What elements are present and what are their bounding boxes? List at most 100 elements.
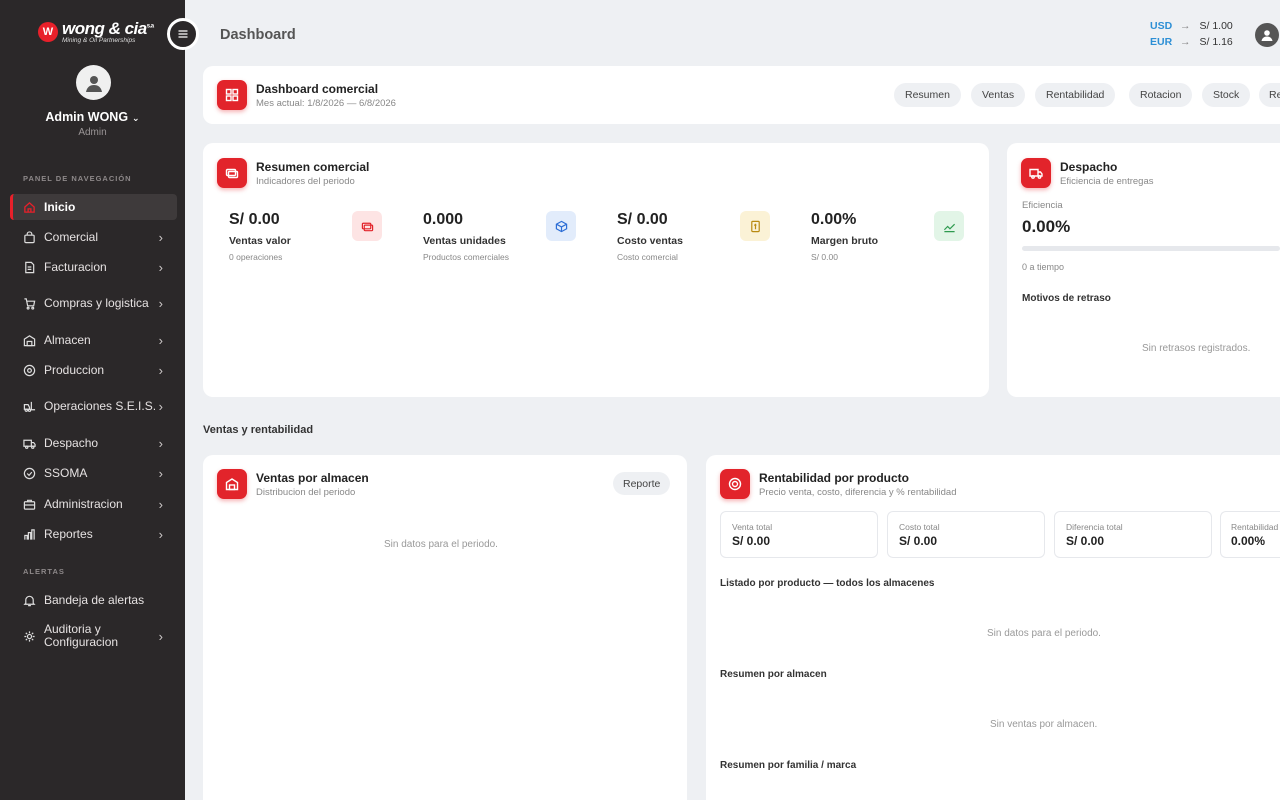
stat-diferencia-total: Diferencia total S/ 0.00 bbox=[1054, 511, 1212, 558]
despacho-subtitle: Eficiencia de entregas bbox=[1060, 175, 1154, 187]
tab-rentabilidad[interactable]: Rentabilidad bbox=[1035, 83, 1116, 107]
briefcase-icon bbox=[22, 497, 36, 511]
chevron-right-icon: › bbox=[158, 332, 163, 348]
report-button[interactable]: Reporte bbox=[613, 472, 671, 495]
chevron-right-icon: › bbox=[158, 526, 163, 542]
chevron-right-icon: › bbox=[158, 628, 163, 644]
sidebar-toggle-button[interactable] bbox=[167, 18, 199, 50]
list-empty: Sin datos para el periodo. bbox=[987, 628, 1101, 639]
sidebar-item-administracion[interactable]: Administracion › bbox=[10, 491, 177, 517]
ventas-almacen-card: Ventas por almacen Distribucion del peri… bbox=[203, 455, 687, 800]
sidebar-item-comercial[interactable]: Comercial › bbox=[10, 224, 177, 250]
box-icon bbox=[546, 211, 576, 241]
delays-title: Motivos de retraso bbox=[1022, 293, 1111, 304]
tab-resumen[interactable]: Resumen bbox=[894, 83, 961, 107]
bar-chart-icon bbox=[22, 527, 36, 541]
chevron-right-icon: › bbox=[158, 295, 163, 311]
user-name: Admin WONG bbox=[45, 110, 129, 124]
stat-costo-total: Costo total S/ 0.00 bbox=[887, 511, 1045, 558]
kpi-label: Ventas unidades bbox=[423, 235, 506, 247]
section-title: Ventas y rentabilidad bbox=[203, 424, 314, 436]
resumen-comercial-card: Resumen comercial Indicadores del period… bbox=[203, 143, 989, 397]
brand-logo[interactable]: W wong & cias.a Mining & Oil Partnership… bbox=[38, 20, 154, 45]
kpi-ventas-unidades: 0.000 Ventas unidades Productos comercia… bbox=[411, 205, 581, 267]
sidebar: W wong & cias.a Mining & Oil Partnership… bbox=[0, 0, 185, 800]
user-role: Admin bbox=[78, 127, 107, 138]
stat-value: S/ 0.00 bbox=[899, 534, 938, 548]
ventas-almacen-empty: Sin datos para el periodo. bbox=[384, 539, 498, 550]
tab-rotacion[interactable]: Rotacion bbox=[1129, 83, 1193, 107]
kpi-label: Ventas valor bbox=[229, 235, 291, 247]
sidebar-item-reportes[interactable]: Reportes › bbox=[10, 521, 177, 547]
efficiency-label: Eficiencia bbox=[1022, 200, 1063, 211]
sidebar-item-produccion[interactable]: Produccion › bbox=[10, 357, 177, 383]
sidebar-item-almacen[interactable]: Almacen › bbox=[10, 327, 177, 353]
user-icon bbox=[85, 75, 102, 92]
sidebar-item-label: Comercial bbox=[44, 229, 99, 244]
kpi-sub: Productos comerciales bbox=[423, 252, 509, 262]
tab-reportes[interactable]: Re bbox=[1259, 83, 1280, 107]
home-icon bbox=[22, 200, 36, 214]
sidebar-item-despacho[interactable]: Despacho › bbox=[10, 430, 177, 456]
sidebar-item-compras[interactable]: Compras y logistica › bbox=[10, 289, 177, 317]
fx-rate-usd: USD → S/ 1.00 bbox=[1150, 20, 1233, 32]
delays-empty: Sin retrasos registrados. bbox=[1142, 343, 1251, 354]
kpi-value: S/ 0.00 bbox=[229, 211, 280, 228]
almacen-summary-empty: Sin ventas por almacen. bbox=[990, 719, 1098, 730]
almacen-summary-title: Resumen por almacen bbox=[720, 669, 827, 680]
chevron-right-icon: › bbox=[158, 229, 163, 245]
ventas-almacen-title: Ventas por almacen bbox=[256, 470, 369, 485]
tab-stock[interactable]: Stock bbox=[1202, 83, 1251, 107]
rentabilidad-subtitle: Precio venta, costo, diferencia y % rent… bbox=[759, 486, 957, 498]
fx-value: S/ 1.00 bbox=[1199, 20, 1233, 32]
sidebar-item-inicio[interactable]: Inicio bbox=[10, 194, 177, 220]
chevron-right-icon: › bbox=[158, 362, 163, 378]
kpi-value: 0.000 bbox=[423, 211, 464, 228]
target-icon bbox=[720, 469, 750, 499]
money-icon bbox=[352, 211, 382, 241]
stat-value: 0.00% bbox=[1231, 534, 1266, 548]
receipt-icon bbox=[740, 211, 770, 241]
fx-currency: USD bbox=[1150, 20, 1173, 32]
fx-value: S/ 1.16 bbox=[1199, 36, 1233, 48]
sidebar-item-auditoria[interactable]: Auditoria y Configuracion › bbox=[10, 622, 177, 650]
cart-icon bbox=[22, 296, 36, 310]
dashboard-header-card: Dashboard comercial Mes actual: 1/8/2026… bbox=[203, 66, 1280, 124]
sidebar-item-bandeja-alertas[interactable]: Bandeja de alertas bbox=[10, 587, 177, 613]
tab-ventas[interactable]: Ventas bbox=[971, 83, 1026, 107]
arrow-right-icon: → bbox=[1180, 36, 1191, 48]
arrow-right-icon: → bbox=[1180, 20, 1191, 32]
sidebar-item-label: Compras y logistica bbox=[44, 295, 149, 310]
dashboard-period: Mes actual: 1/8/2026 — 6/8/2026 bbox=[256, 97, 396, 109]
efficiency-bar bbox=[1022, 246, 1280, 251]
sidebar-item-operaciones[interactable]: Operaciones S.E.I.S. › bbox=[10, 392, 177, 420]
sidebar-item-label: Reportes bbox=[44, 526, 93, 541]
warehouse-icon bbox=[22, 333, 36, 347]
kpi-costo-ventas: S/ 0.00 Costo ventas Costo comercial bbox=[605, 205, 775, 267]
alerts-section-label: ALERTAS bbox=[23, 567, 65, 576]
kpi-label: Costo ventas bbox=[617, 235, 683, 247]
user-avatar[interactable] bbox=[76, 65, 111, 100]
brand-name: wong & cia bbox=[62, 19, 147, 38]
sidebar-item-label: Despacho bbox=[44, 435, 99, 450]
rentabilidad-title: Rentabilidad por producto bbox=[759, 470, 909, 485]
page-title: Dashboard bbox=[220, 27, 296, 43]
on-time-count: 0 a tiempo bbox=[1022, 262, 1065, 272]
sidebar-item-label: Auditoria y Configuracion bbox=[44, 622, 119, 649]
user-menu[interactable]: Admin WONG ⌄ bbox=[0, 110, 185, 124]
fx-currency: EUR bbox=[1150, 36, 1173, 48]
nav-section-label: PANEL DE NAVEGACIÓN bbox=[23, 174, 132, 183]
chevron-right-icon: › bbox=[158, 398, 163, 414]
sidebar-item-label: SSOMA bbox=[44, 465, 88, 480]
brand-suffix: s.a bbox=[146, 23, 154, 30]
kpi-sub: 0 operaciones bbox=[229, 252, 283, 262]
stat-venta-total: Venta total S/ 0.00 bbox=[720, 511, 878, 558]
sidebar-item-label: Operaciones S.E.I.S. bbox=[44, 398, 157, 413]
dashboard-icon bbox=[217, 80, 247, 110]
header-avatar[interactable] bbox=[1255, 23, 1279, 47]
sidebar-item-facturacion[interactable]: Facturacion › bbox=[10, 254, 177, 280]
money-icon bbox=[217, 158, 247, 188]
sidebar-item-label: Produccion bbox=[44, 362, 105, 377]
kpi-ventas-valor: S/ 0.00 Ventas valor 0 operaciones bbox=[217, 205, 387, 267]
sidebar-item-ssoma[interactable]: SSOMA › bbox=[10, 460, 177, 486]
